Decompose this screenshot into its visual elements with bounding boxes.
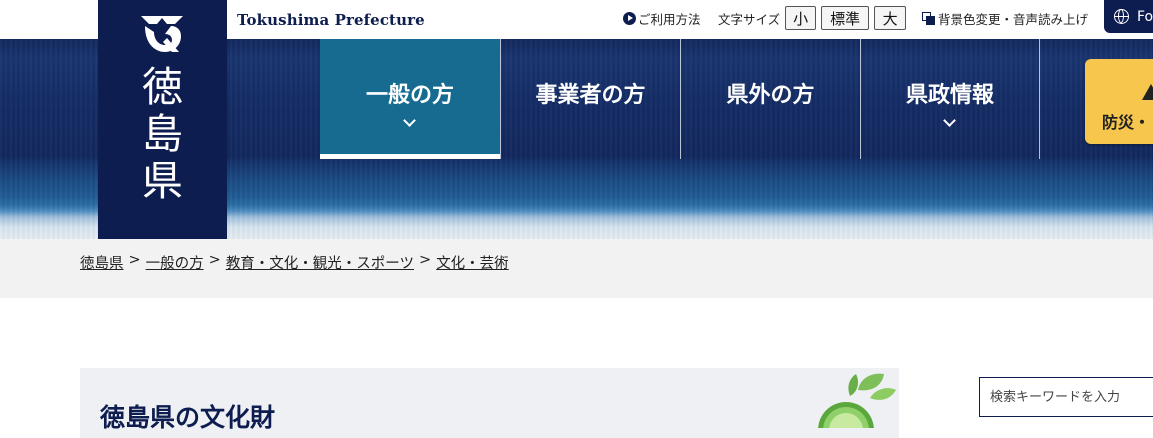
- nav-general[interactable]: 一般の方: [320, 39, 500, 159]
- page-title-card: 徳島県の文化財: [80, 368, 899, 438]
- prefecture-emblem-icon: [141, 16, 183, 52]
- play-circle-icon: [623, 11, 636, 25]
- bg-change-link[interactable]: 背景色変更・音声読み上げ: [922, 5, 1088, 31]
- font-size-label: 文字サイズ: [718, 11, 781, 27]
- breadcrumb-link-culture[interactable]: 文化・芸術: [436, 252, 509, 273]
- breadcrumb-bar: 徳島県 > 一般の方 > 教育・文化・観光・スポーツ > 文化・芸術: [0, 239, 1153, 298]
- chevron-down-icon: [403, 114, 416, 127]
- nav-label: 県政情報: [905, 83, 994, 108]
- logo-char: 県: [142, 157, 183, 205]
- search-input[interactable]: [979, 377, 1153, 417]
- language-button[interactable]: Fo: [1104, 0, 1153, 33]
- disaster-prevention-button[interactable]: 防災・: [1085, 59, 1153, 144]
- nav-outside[interactable]: 県外の方: [680, 39, 860, 159]
- logo-text: 徳 島 県: [98, 64, 227, 205]
- nav-label: 事業者の方: [535, 83, 646, 108]
- breadcrumb-link-education[interactable]: 教育・文化・観光・スポーツ: [226, 252, 414, 273]
- chevron-down-icon: [943, 114, 956, 127]
- sudachi-illustration-icon: [818, 373, 896, 428]
- breadcrumb: 徳島県 > 一般の方 > 教育・文化・観光・スポーツ > 文化・芸術: [80, 252, 509, 273]
- font-size-small-button[interactable]: 小: [785, 6, 817, 30]
- page-title: 徳島県の文化財: [100, 403, 276, 432]
- nav-label: 一般の方: [365, 83, 454, 108]
- nav-label: 県外の方: [726, 83, 815, 108]
- language-label: Fo: [1137, 8, 1153, 25]
- disaster-prevention-label: 防災・: [1102, 113, 1151, 132]
- font-size-standard-button[interactable]: 標準: [821, 6, 870, 30]
- howto-link[interactable]: ご利用方法: [623, 5, 701, 31]
- logo[interactable]: 徳 島 県: [98, 0, 227, 239]
- breadcrumb-separator: >: [419, 252, 432, 268]
- font-size-large-button[interactable]: 大: [874, 6, 907, 30]
- breadcrumb-separator: >: [208, 252, 221, 268]
- bg-change-label: 背景色変更・音声読み上げ: [938, 11, 1089, 27]
- overlap-squares-icon: [922, 11, 935, 25]
- breadcrumb-separator: >: [128, 252, 141, 268]
- warning-icon: [1142, 84, 1153, 100]
- breadcrumb-link-general[interactable]: 一般の方: [146, 252, 204, 273]
- nav-business[interactable]: 事業者の方: [500, 39, 680, 159]
- font-size-control: 文字サイズ 小 標準 大: [718, 5, 907, 31]
- breadcrumb-link-home[interactable]: 徳島県: [80, 252, 124, 273]
- logo-char: 島: [142, 110, 183, 158]
- site-name[interactable]: Tokushima Prefecture: [237, 11, 425, 29]
- globe-icon: [1114, 9, 1129, 24]
- howto-label: ご利用方法: [638, 11, 701, 27]
- nav-government[interactable]: 県政情報: [860, 39, 1040, 159]
- main-nav: 一般の方 事業者の方 県外の方 県政情報: [320, 39, 1040, 159]
- logo-char: 徳: [142, 63, 183, 111]
